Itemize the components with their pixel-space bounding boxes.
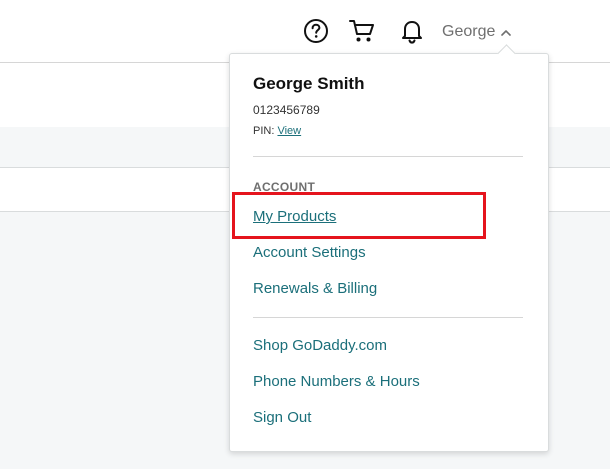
- menu-divider: [253, 317, 523, 318]
- account-dropdown-menu: George Smith 0123456789 PIN: View ACCOUN…: [229, 53, 549, 452]
- menu-divider: [253, 156, 523, 157]
- renewals-billing-link[interactable]: Renewals & Billing: [253, 280, 377, 297]
- pin-label: PIN:: [253, 125, 275, 137]
- shopping-cart-icon: [349, 20, 374, 42]
- user-first-name: George: [442, 23, 496, 40]
- highlight-box: [232, 192, 486, 239]
- help-circle-icon: [304, 19, 328, 43]
- pin-view-link[interactable]: View: [277, 125, 301, 137]
- pin-row: PIN: View: [253, 125, 301, 137]
- notifications-button[interactable]: [398, 17, 426, 45]
- customer-number: 0123456789: [253, 103, 320, 117]
- account-full-name: George Smith: [253, 74, 365, 93]
- account-settings-link[interactable]: Account Settings: [253, 244, 366, 261]
- sign-out-link[interactable]: Sign Out: [253, 409, 311, 426]
- help-button[interactable]: [302, 17, 330, 45]
- chevron-up-icon: [501, 29, 512, 36]
- account-menu-toggle[interactable]: George: [442, 20, 512, 44]
- phone-numbers-hours-link[interactable]: Phone Numbers & Hours: [253, 373, 420, 390]
- shop-godaddy-link[interactable]: Shop GoDaddy.com: [253, 337, 387, 354]
- bell-icon: [402, 21, 422, 44]
- cart-button[interactable]: [348, 17, 376, 45]
